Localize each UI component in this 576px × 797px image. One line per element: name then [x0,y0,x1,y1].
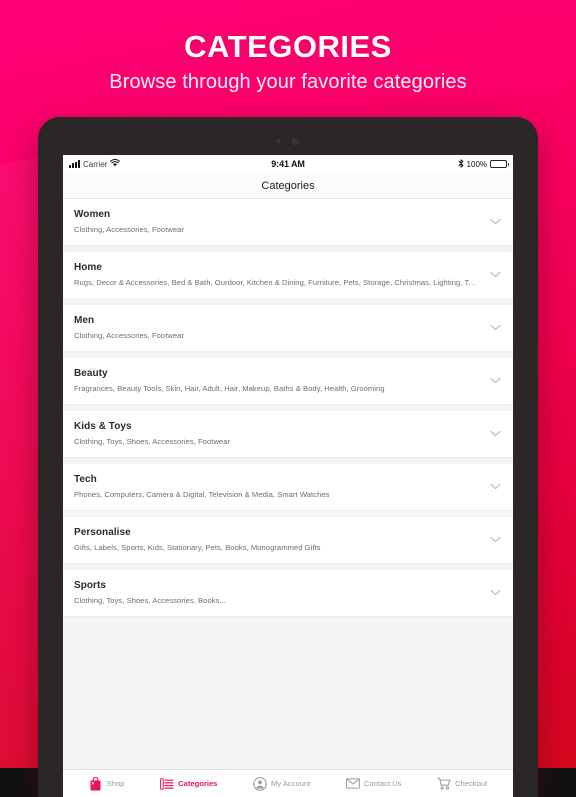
proximity-sensor-icon [277,139,281,143]
category-text: Sports Clothing, Toys, Shoes, Accessories… [74,580,479,605]
tab-item-shop[interactable]: Shop [89,776,125,791]
promo-subtitle: Browse through your favorite categories [109,70,467,93]
category-list[interactable]: Women Clothing, Accessories, Footwear Home… [63,199,513,769]
category-text: Home Rugs, Decor & Accessories, Bed & Bat… [74,262,479,287]
category-row[interactable]: Home Rugs, Decor & Accessories, Bed & Bat… [63,252,513,299]
promo-text-block: CATEGORIES Browse through your favorite … [0,28,576,94]
category-title: Personalise [74,527,131,538]
battery-percent-label: 100% [466,159,488,169]
category-subtitle: Clothing, Accessories, Footwear [74,225,185,234]
category-row[interactable]: Kids & Toys Clothing, Toys, Shoes, Access… [63,411,513,458]
chevron-down-icon[interactable] [489,375,501,387]
chevron-down-icon[interactable] [489,216,501,228]
list-icon [160,777,174,791]
tab-item-contact-us[interactable]: Contact Us [345,777,402,791]
category-row[interactable]: Women Clothing, Accessories, Footwear [63,199,513,246]
category-title: Sports [74,580,106,591]
page-title: Categories [261,179,315,192]
category-subtitle: Gifts, Labels, Sports, Kids, Stationary,… [74,543,321,552]
category-text: Beauty Fragrances, Beauty Tools, Skin, Ha… [74,368,479,393]
category-subtitle: Rugs, Decor & Accessories, Bed & Bath, O… [74,278,479,287]
category-row[interactable]: Sports Clothing, Toys, Shoes, Accessories… [63,570,513,617]
category-row[interactable]: Tech Phones, Computers, Camera & Digital,… [63,464,513,511]
category-row[interactable]: Men Clothing, Accessories, Footwear [63,305,513,352]
chevron-down-icon[interactable] [489,428,501,440]
status-bar-right: 100% [305,158,510,170]
tab-label: Categories [178,779,218,788]
device-sensors [38,137,538,145]
chevron-down-icon[interactable] [489,481,501,493]
category-subtitle: Phones, Computers, Camera & Digital, Tel… [74,490,330,499]
category-title: Beauty [74,368,108,379]
status-bar-time: 9:41 AM [271,159,305,169]
signal-bars-icon [69,160,80,168]
category-text: Tech Phones, Computers, Camera & Digital,… [74,474,479,499]
category-title: Women [74,209,111,220]
device-frame: Carrier 9:41 AM 100% Categories Women Cl… [38,117,538,797]
tab-bar[interactable]: Shop Categories My Account Contact Us Checko… [63,769,513,797]
tab-label: Contact Us [363,779,402,788]
category-text: Women Clothing, Accessories, Footwear [74,209,479,234]
category-title: Kids & Toys [74,421,132,432]
envelope-icon [345,777,360,791]
tab-item-checkout[interactable]: Checkout [437,777,487,791]
category-title: Men [74,315,95,326]
category-text: Kids & Toys Clothing, Toys, Shoes, Access… [74,421,479,446]
tab-item-my-account[interactable]: My Account [253,776,311,791]
user-circle-icon [253,776,267,791]
nav-bar: Categories [63,173,513,199]
category-title: Tech [74,474,97,485]
device-screen: Carrier 9:41 AM 100% Categories Women Cl… [63,155,513,797]
category-subtitle: Clothing, Toys, Shoes, Accessories, Foot… [74,437,231,446]
tab-label: Checkout [455,779,488,788]
category-text: Personalise Gifts, Labels, Sports, Kids, … [74,527,479,552]
chevron-down-icon[interactable] [489,269,501,281]
wifi-icon [110,159,121,169]
tab-item-categories[interactable]: Categories [160,777,217,791]
tab-label: My Account [271,779,311,788]
status-bar-left: Carrier [69,159,271,169]
chevron-down-icon[interactable] [489,534,501,546]
shopping-bag-icon [89,776,103,791]
status-bar: Carrier 9:41 AM 100% [63,155,513,173]
promo-title: CATEGORIES [184,29,392,64]
chevron-down-icon[interactable] [489,587,501,599]
carrier-label: Carrier [83,159,108,169]
battery-full-icon [490,160,510,168]
category-subtitle: Fragrances, Beauty Tools, Skin, Hair, Ad… [74,384,385,393]
category-text: Men Clothing, Accessories, Footwear [74,315,479,340]
category-row[interactable]: Beauty Fragrances, Beauty Tools, Skin, Ha… [63,358,513,405]
category-title: Home [74,262,102,273]
category-row[interactable]: Personalise Gifts, Labels, Sports, Kids, … [63,517,513,564]
shopping-cart-icon [437,777,451,791]
bluetooth-icon [458,158,464,170]
chevron-down-icon[interactable] [489,322,501,334]
tab-label: Shop [106,779,125,788]
category-subtitle: Clothing, Accessories, Footwear [74,331,185,340]
front-camera-icon [292,137,299,145]
category-subtitle: Clothing, Toys, Shoes, Accessories, Book… [74,596,226,605]
